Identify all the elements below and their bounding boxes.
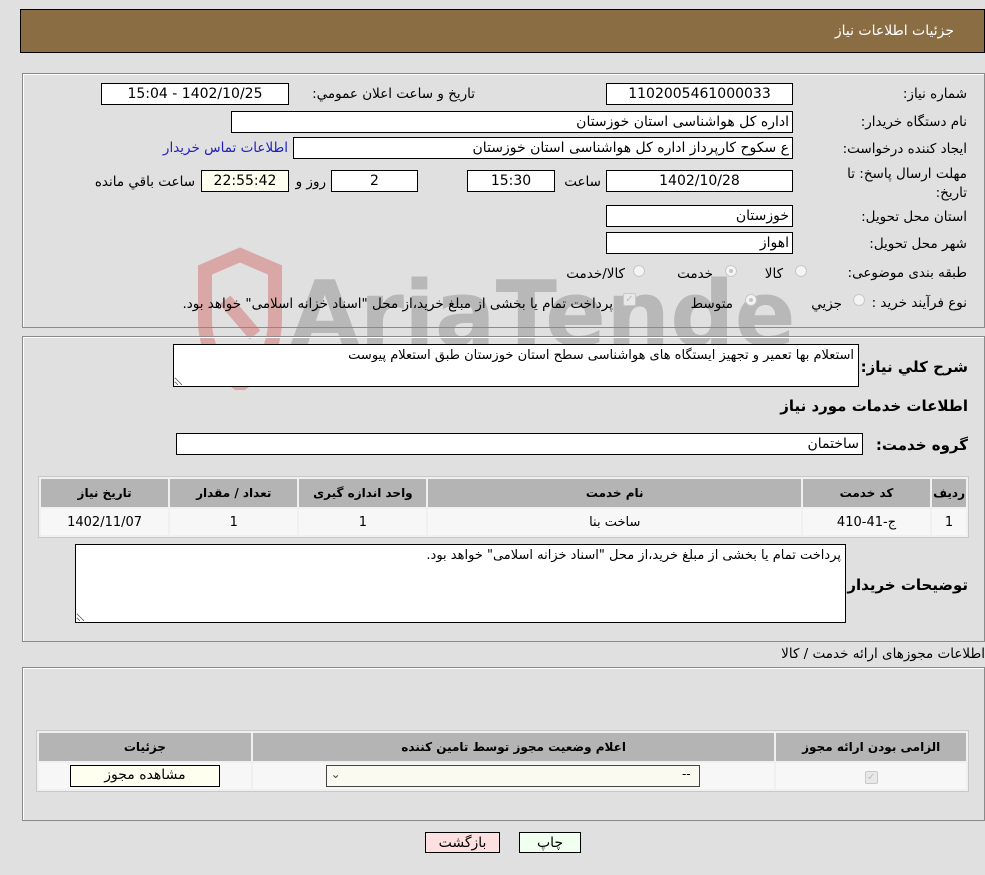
cell-quantity: 1 [170,509,298,535]
days-label: روز و [295,174,326,190]
cell-service-name: ساخت بنا [428,509,801,535]
chevron-down-icon: ⌄ [330,767,341,781]
remaining-label: ساعت باقي مانده [94,174,195,190]
permits-table: الزامی بودن ارائه مجوز اعلام وضعیت مجوز … [36,730,969,792]
service-group-label: گروه خدمت: [875,436,968,454]
permit-status-value: -- [681,767,691,781]
col-permit-status: اعلام وضعیت مجوز توسط تامین کننده [252,733,775,761]
cell-permit-details: مشاهده مجوز [39,763,251,789]
remaining-days-field: 2 [331,170,418,192]
remaining-time-field: 22:55:42 [201,170,289,192]
cell-permit-status: -- ⌄ [252,763,775,789]
col-quantity: تعداد / مقدار [170,479,298,507]
cell-unit: 1 [299,509,427,535]
buyer-org-field: اداره کل هواشناسی استان خوزستان [231,111,793,133]
buyer-notes-textarea[interactable]: پرداخت تمام یا بخشی از مبلغ خرید،از محل … [75,544,846,623]
province-field: خوزستان [606,205,793,227]
process-radio-medium[interactable] [745,294,757,306]
city-label: شهر محل تحویل: [869,236,967,252]
announce-datetime-label: تاریخ و ساعت اعلان عمومي: [312,86,475,102]
buyer-notes-label: توضیحات خریدار: [841,576,968,594]
cell-service-code: ج-41-410 [802,509,931,535]
page-header: جزئیات اطلاعات نیاز [20,9,985,53]
buyer-contact-link[interactable]: اطلاعات تماس خريدار [163,140,288,156]
permits-table-header: الزامی بودن ارائه مجوز اعلام وضعیت مجوز … [39,733,966,761]
services-table-header: رديف کد خدمت نام خدمت واحد اندازه گیری ت… [41,479,966,507]
page-title: جزئیات اطلاعات نیاز [834,23,954,39]
col-unit: واحد اندازه گیری [299,479,427,507]
col-need-date: تاريخ نياز [41,479,169,507]
services-section-title: اطلاعات خدمات مورد نیاز [780,397,968,415]
buyer-org-label: نام دستگاه خريدار: [860,114,967,130]
cell-row-number: 1 [932,509,966,535]
view-permit-button[interactable]: مشاهده مجوز [69,765,220,787]
city-field: اهواز [606,232,793,254]
col-permit-details: جزئیات [39,733,251,761]
process-radio-minor[interactable] [853,294,865,306]
table-row: ✓ -- ⌄ مشاهده مجوز [39,763,966,789]
category-radio-goods-service[interactable] [633,265,645,277]
print-button[interactable]: چاپ [519,832,581,853]
need-number-field: 1102005461000033 [606,83,793,105]
province-label: استان محل تحویل: [861,209,967,225]
category-label: طبقه بندی موضوعی: [847,265,967,281]
deadline-label: مهلت ارسال پاسخ: تا تاریخ: [847,166,967,201]
need-number-label: شماره نیاز: [902,86,967,102]
permits-section-title: اطلاعات مجوزهای ارائه خدمت / کالا [781,646,985,662]
announce-datetime-field: 1402/10/25 - 15:04 [101,83,289,105]
col-row-number: رديف [932,479,966,507]
permit-required-checkbox[interactable]: ✓ [864,770,878,784]
category-option-service: خدمت [677,266,713,282]
col-service-code: کد خدمت [802,479,931,507]
category-option-goods: کالا [764,266,783,282]
process-option-medium: متوسط [690,296,733,312]
payment-note-checkbox[interactable]: ✓ [623,293,636,306]
description-label: شرح کلي نياز: [860,358,968,376]
requester-label: ایجاد کننده درخواست: [842,141,967,157]
deadline-time-label: ساعت [564,174,601,190]
services-table: رديف کد خدمت نام خدمت واحد اندازه گیری ت… [38,476,969,538]
permit-status-select[interactable]: -- ⌄ [325,765,700,787]
payment-note-text: پرداخت تمام یا بخشی از مبلغ خرید،از محل … [182,296,613,312]
col-service-name: نام خدمت [428,479,801,507]
table-row: 1 ج-41-410 ساخت بنا 1 1 1402/11/07 [41,509,966,535]
category-radio-service[interactable] [725,265,737,277]
process-type-label: نوع فرآیند خرید : [871,295,967,311]
deadline-date-field: 1402/10/28 [606,170,793,192]
deadline-time-field: 15:30 [467,170,555,192]
cell-need-date: 1402/11/07 [41,509,169,535]
category-option-goods-service: کالا/خدمت [566,266,625,282]
description-textarea[interactable]: استعلام بها تعمیر و تجهیز ایستگاه های هو… [173,344,859,387]
service-group-field: ساختمان [176,433,863,455]
col-permit-required: الزامی بودن ارائه مجوز [776,733,966,761]
requester-field: ع سکوح کارپرداز اداره کل هواشناسی استان … [293,137,793,159]
back-button[interactable]: بازگشت [425,832,500,853]
category-radio-goods[interactable] [795,265,807,277]
process-option-minor: جزيي [811,296,842,312]
cell-permit-required: ✓ [776,763,966,789]
